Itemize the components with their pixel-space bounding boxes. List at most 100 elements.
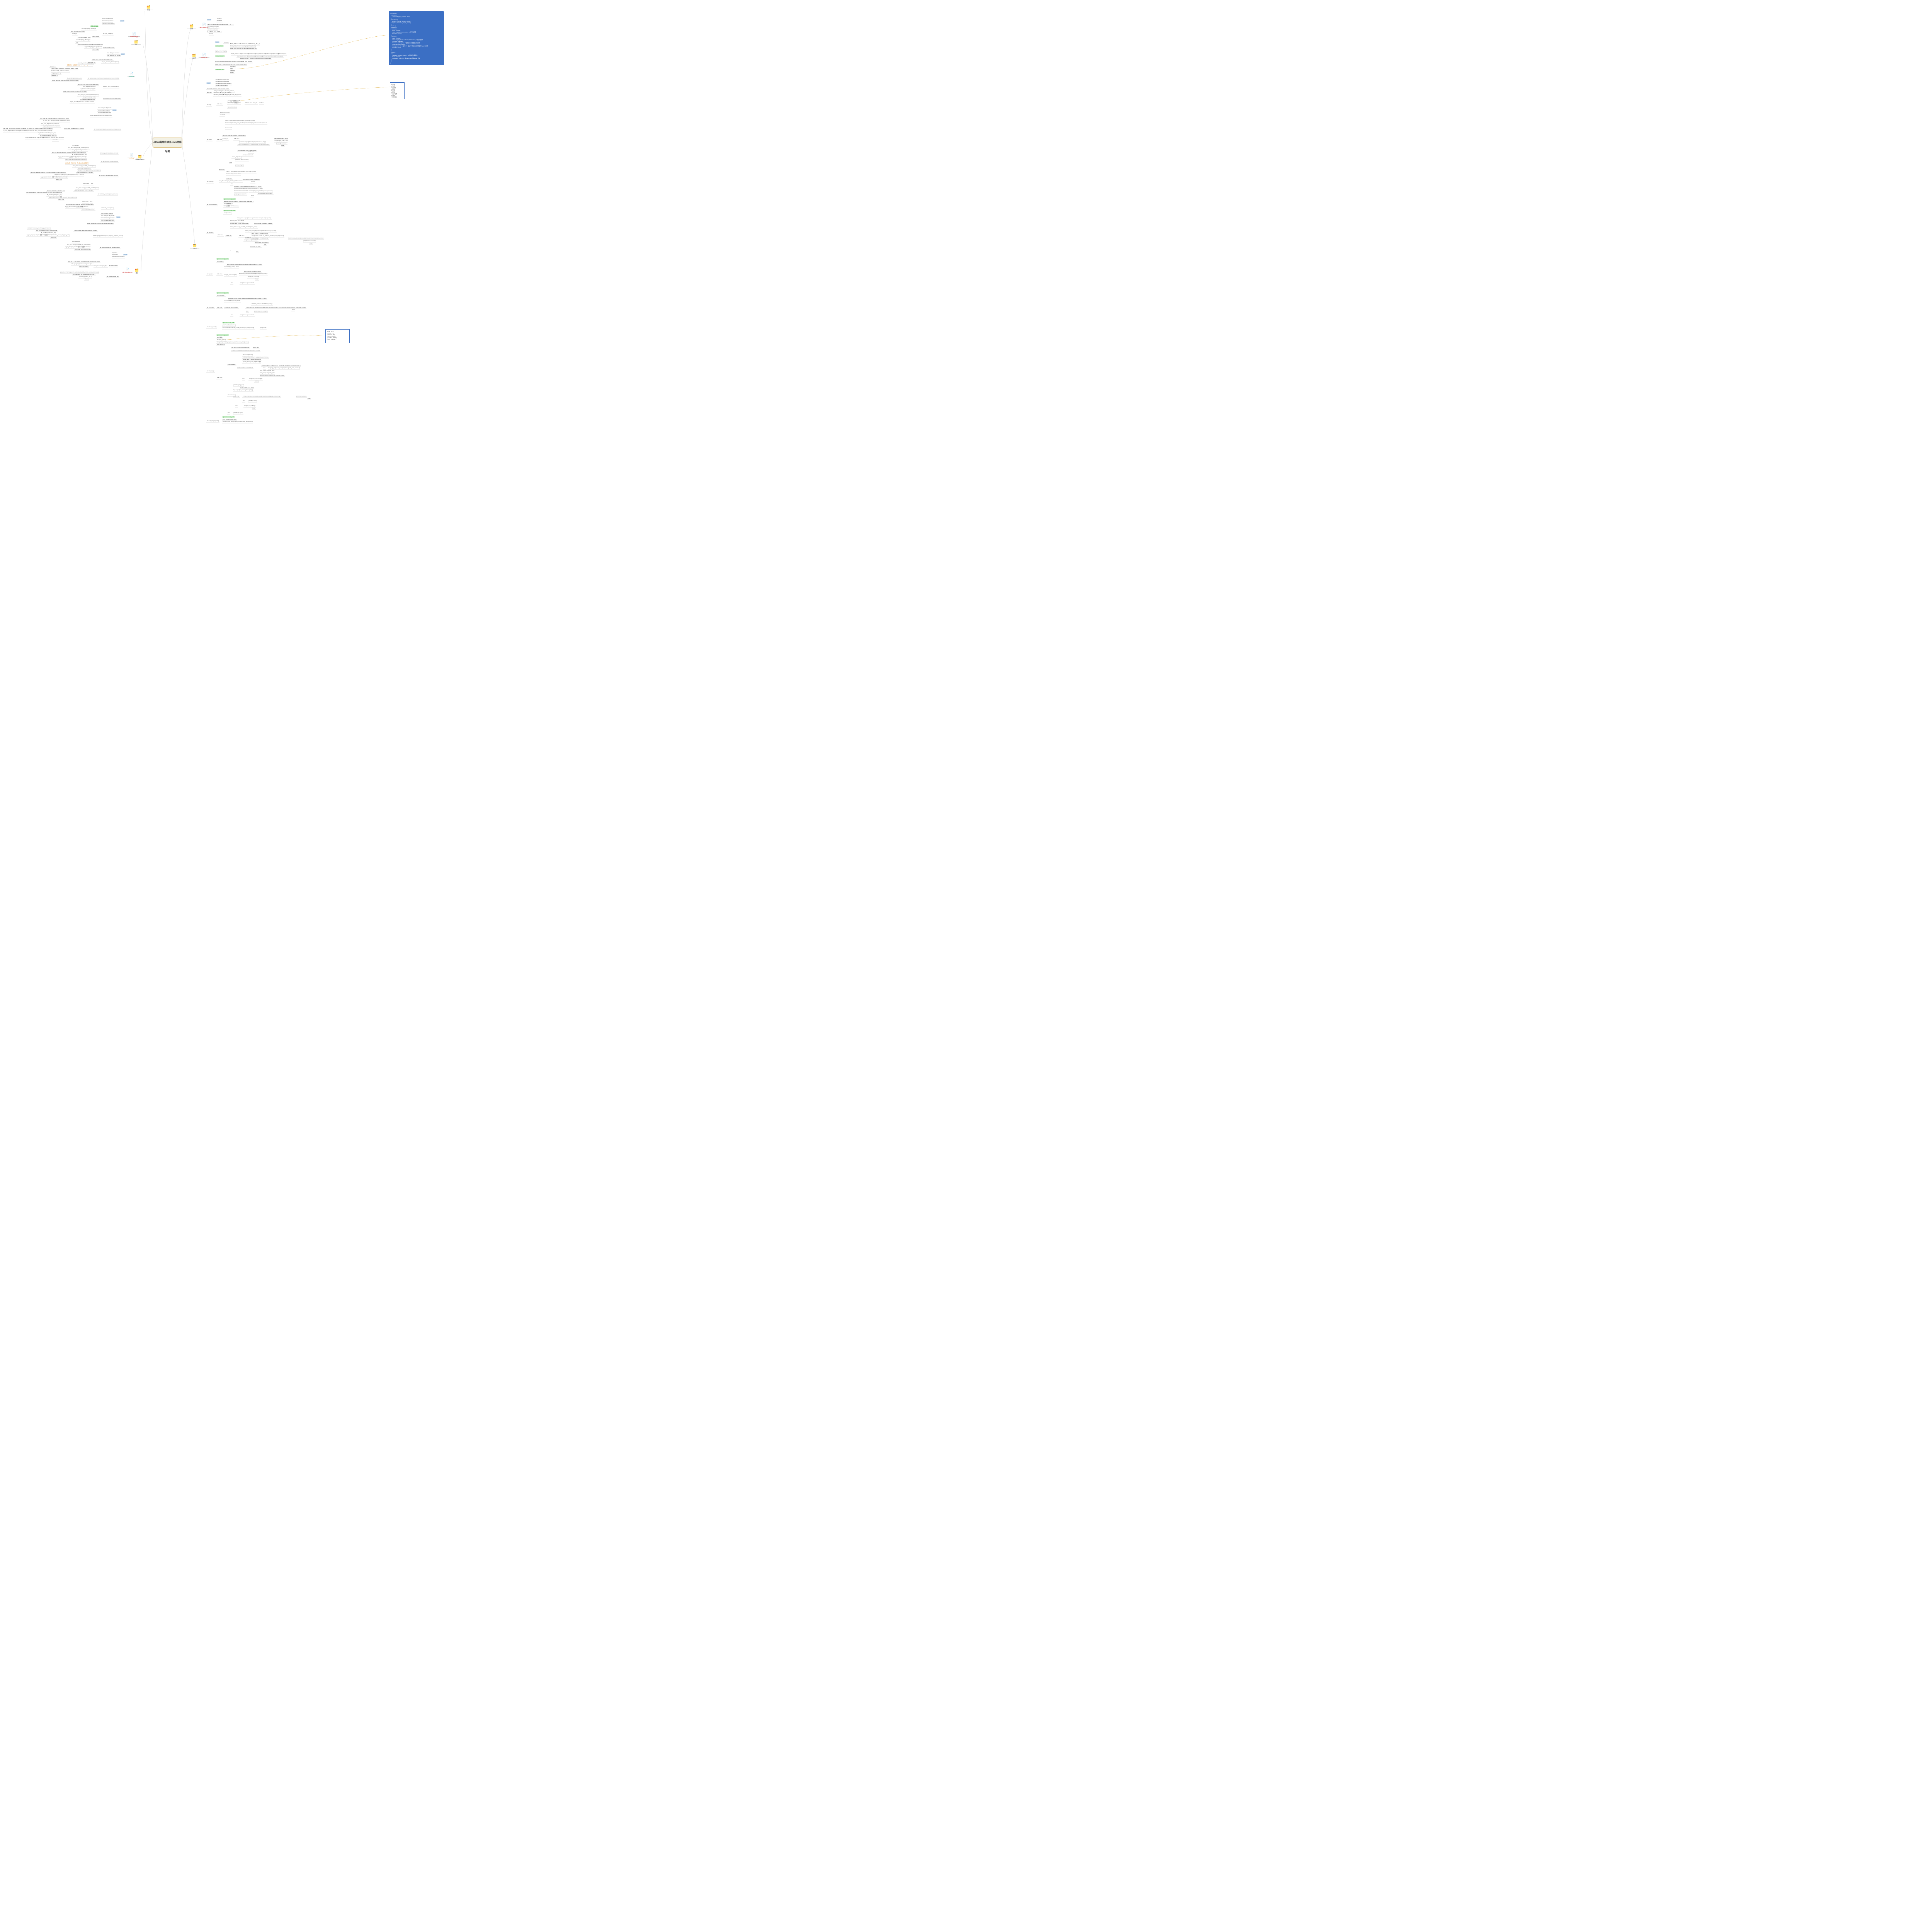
bankpy-trans-1: to_user_dic = user.get_userinfo_interfac… — [43, 120, 70, 122]
conf-baselog: BASE_LOG_LOCAL = os.path.join(BASE_DIR,'… — [230, 48, 257, 50]
core-checkrec-dec: @common.login_auth — [222, 322, 235, 323]
conf-logformats: LOG_FORMATS — [215, 55, 225, 57]
bin-import-1: import sys — [216, 20, 223, 22]
bankpy-repay-warning: 这里注意，不给示例，传入要充值的数值即可 — [65, 162, 89, 165]
bankpy-trans-2: if from_user_dic['account'] >= account: — [64, 128, 84, 130]
db-def-update: def update(update_dic): — [106, 276, 119, 278]
core-def-shopping: def shopping(): — [206, 370, 215, 373]
userpy-getuser-body: return user_dic — [87, 61, 96, 64]
core-repay-dec: @common.login_auth — [216, 258, 229, 260]
bankpy-def-checkrec: def check_record(name): — [101, 207, 114, 210]
core-reg-7: if password == password2: — [234, 190, 248, 193]
bankpy-trans-10: return True — [52, 139, 59, 142]
core-sh-z2: else: — [235, 405, 238, 408]
core-wd-c: print('please input number!') — [240, 314, 255, 317]
core-userdata: user_data = {'name': None, 'is_auth': Fa… — [206, 87, 230, 90]
core-wd-2: while True: — [216, 306, 223, 309]
core-cr-3: print(record) — [260, 327, 267, 330]
core-sh-9: if choice.isdigit(): — [227, 364, 236, 366]
file-dbhandler-py: 📄db_handler.py — [122, 268, 133, 272]
bankpy-def-withdraw: def withdraw_interface(name,account): — [97, 193, 118, 196]
core-login-1: count = 0 — [219, 114, 225, 117]
core-transfer-dec: @common.login_auth — [223, 210, 236, 211]
db-upd-3: f.flush() — [84, 278, 89, 281]
core-lookcart-dec: @common.login_auth — [222, 416, 235, 418]
branch-bin[interactable]: 🗂️bin — [187, 25, 196, 29]
core-login-8: while True: — [233, 138, 240, 141]
branch-conf[interactable]: 🗂️conf — [189, 54, 199, 58]
bankpy-con-7: return False — [83, 183, 90, 185]
bankpy-con-8: else: — [90, 183, 94, 185]
branch-core[interactable]: 🗂️core — [190, 244, 199, 248]
db-sel-3: return json.load(f) — [79, 265, 89, 268]
core-sh-z3: print('illegal input!') — [233, 412, 243, 415]
bankpy-wd-1: if user_dic['account']*1.05 >= account: — [73, 189, 94, 192]
core-cr-1: print('Your Bank Flow>>:') — [222, 324, 236, 327]
core-login-10: if user_dic['password'] == password and … — [237, 143, 270, 146]
core-sh-o: else: — [242, 378, 245, 381]
conf-loggingdic: LOGGING_DIC — [215, 69, 224, 70]
branch-interface[interactable]: 🗂️interface — [135, 155, 145, 160]
conf-basepaths: BASE_PATHS — [215, 45, 224, 47]
userpy-def-getuser: def get_userinfo_interface(name): — [101, 61, 119, 64]
conf-import-os: import os — [223, 41, 229, 44]
lib-la-6: return wapper — [92, 36, 100, 38]
branch-db[interactable]: 🗂️db — [132, 269, 141, 273]
conf-ld-3: loggers — [230, 71, 235, 74]
bankpy-con-2: user_dic['account'] -= account — [68, 174, 84, 177]
core-tr-f: bank.transfer_interface(user_data['name'… — [288, 237, 324, 240]
bin-run: src.run() — [209, 33, 214, 36]
core-run-0: while True: — [216, 103, 223, 106]
core-login-6: user_dic = user.get_userinfo_interface(n… — [222, 134, 246, 137]
core-sh-d: goods_price = goods_list[choice][1] — [242, 361, 261, 364]
core-sh-t: if buy == 'y': — [233, 395, 240, 398]
core-withdraw-dec: @common.login_auth — [216, 292, 229, 294]
core-funcdicdecl: func_dic = — [206, 92, 213, 94]
core-login-18: print('user does not exist') — [235, 159, 249, 162]
tag-import-bank: import — [112, 109, 117, 111]
core-def-lookcart: def look_shoppingcart(): — [206, 420, 219, 423]
core-def-transfer: def transfer(): — [206, 231, 214, 234]
core-reg-3: user_dic = user.get_userinfo_interface(n… — [219, 180, 243, 183]
bankpy-wd-7: return False — [82, 201, 89, 204]
core-cr-2: for record in bank.check_record_interfac… — [222, 327, 255, 330]
lib-la-5: src.login() — [72, 33, 78, 36]
core-sh-x: print('buy error') — [248, 400, 257, 403]
core-rp-4: if q == repay_money: break — [224, 266, 239, 269]
core-sh-e: if user_money >= goods_price: — [237, 366, 253, 369]
branch-log[interactable]: 🗂️log — [144, 6, 153, 10]
core-login-14: break — [281, 145, 285, 147]
db-import-2: from conf import setting — [112, 256, 125, 259]
core-tr-9: while True: — [238, 235, 245, 238]
core-run-3: if choice not in func_dic: — [245, 102, 258, 105]
core-tr-h: print('user not exist!') — [250, 245, 262, 248]
branch-lib[interactable]: 🗂️lib — [131, 41, 141, 45]
core-reg-21: name: break — [234, 173, 241, 176]
core-sh-u: if shop.shopping_interface(user_data['na… — [242, 395, 281, 398]
lib-def-login-auth: def login_auth(func): — [102, 33, 114, 36]
core-login-5: if count == 3: — [225, 127, 232, 130]
tag-import-core: import — [206, 82, 211, 84]
core-run-2: choice=input('请输入>>:') — [227, 102, 241, 105]
core-sh-7: print(i, item) — [253, 347, 260, 349]
userpy-log-reg: logger_user.info('User %s register succe… — [51, 80, 79, 82]
bankpy-cr-2: return user_dic['bankflow'] — [81, 208, 95, 211]
bankpy-def-consum: def consum_interface(name,account): — [99, 175, 119, 177]
core-reg-0: while True: — [219, 168, 225, 171]
bankpy-import-2: from interface import user — [97, 112, 111, 114]
lib-def-get-logger: def get_logger(name): — [103, 46, 115, 49]
core-reg-a: print('password is not match!') — [257, 192, 274, 195]
bankpy-logger: logger_bank = common.get_logger('bank') — [90, 115, 112, 117]
core-login-171: print('user is locked') — [242, 154, 253, 157]
core-sh-q: if cost_money == 0: break — [240, 386, 254, 389]
core-rp-7: bank.repay_interface(user_data['name'],r… — [239, 273, 268, 276]
core-login-15: print('password error or user locked!') — [237, 150, 257, 152]
core-wd-b: else: — [246, 310, 249, 313]
core-sh-s: buy = input('buy or not [y/n]>>:').strip… — [233, 389, 253, 392]
file-user-py: 📄user.py — [128, 72, 135, 77]
bankpy-repay-5: return user_dic['account']+'¥'+str(accou… — [65, 158, 87, 161]
core-rp-1: print('repay:') — [216, 260, 224, 263]
core-wd-7: if bank.withdraw_interface(user_data['na… — [245, 306, 279, 309]
core-sh-h: else: — [263, 367, 266, 370]
core-tr-2: while True: — [217, 234, 224, 237]
